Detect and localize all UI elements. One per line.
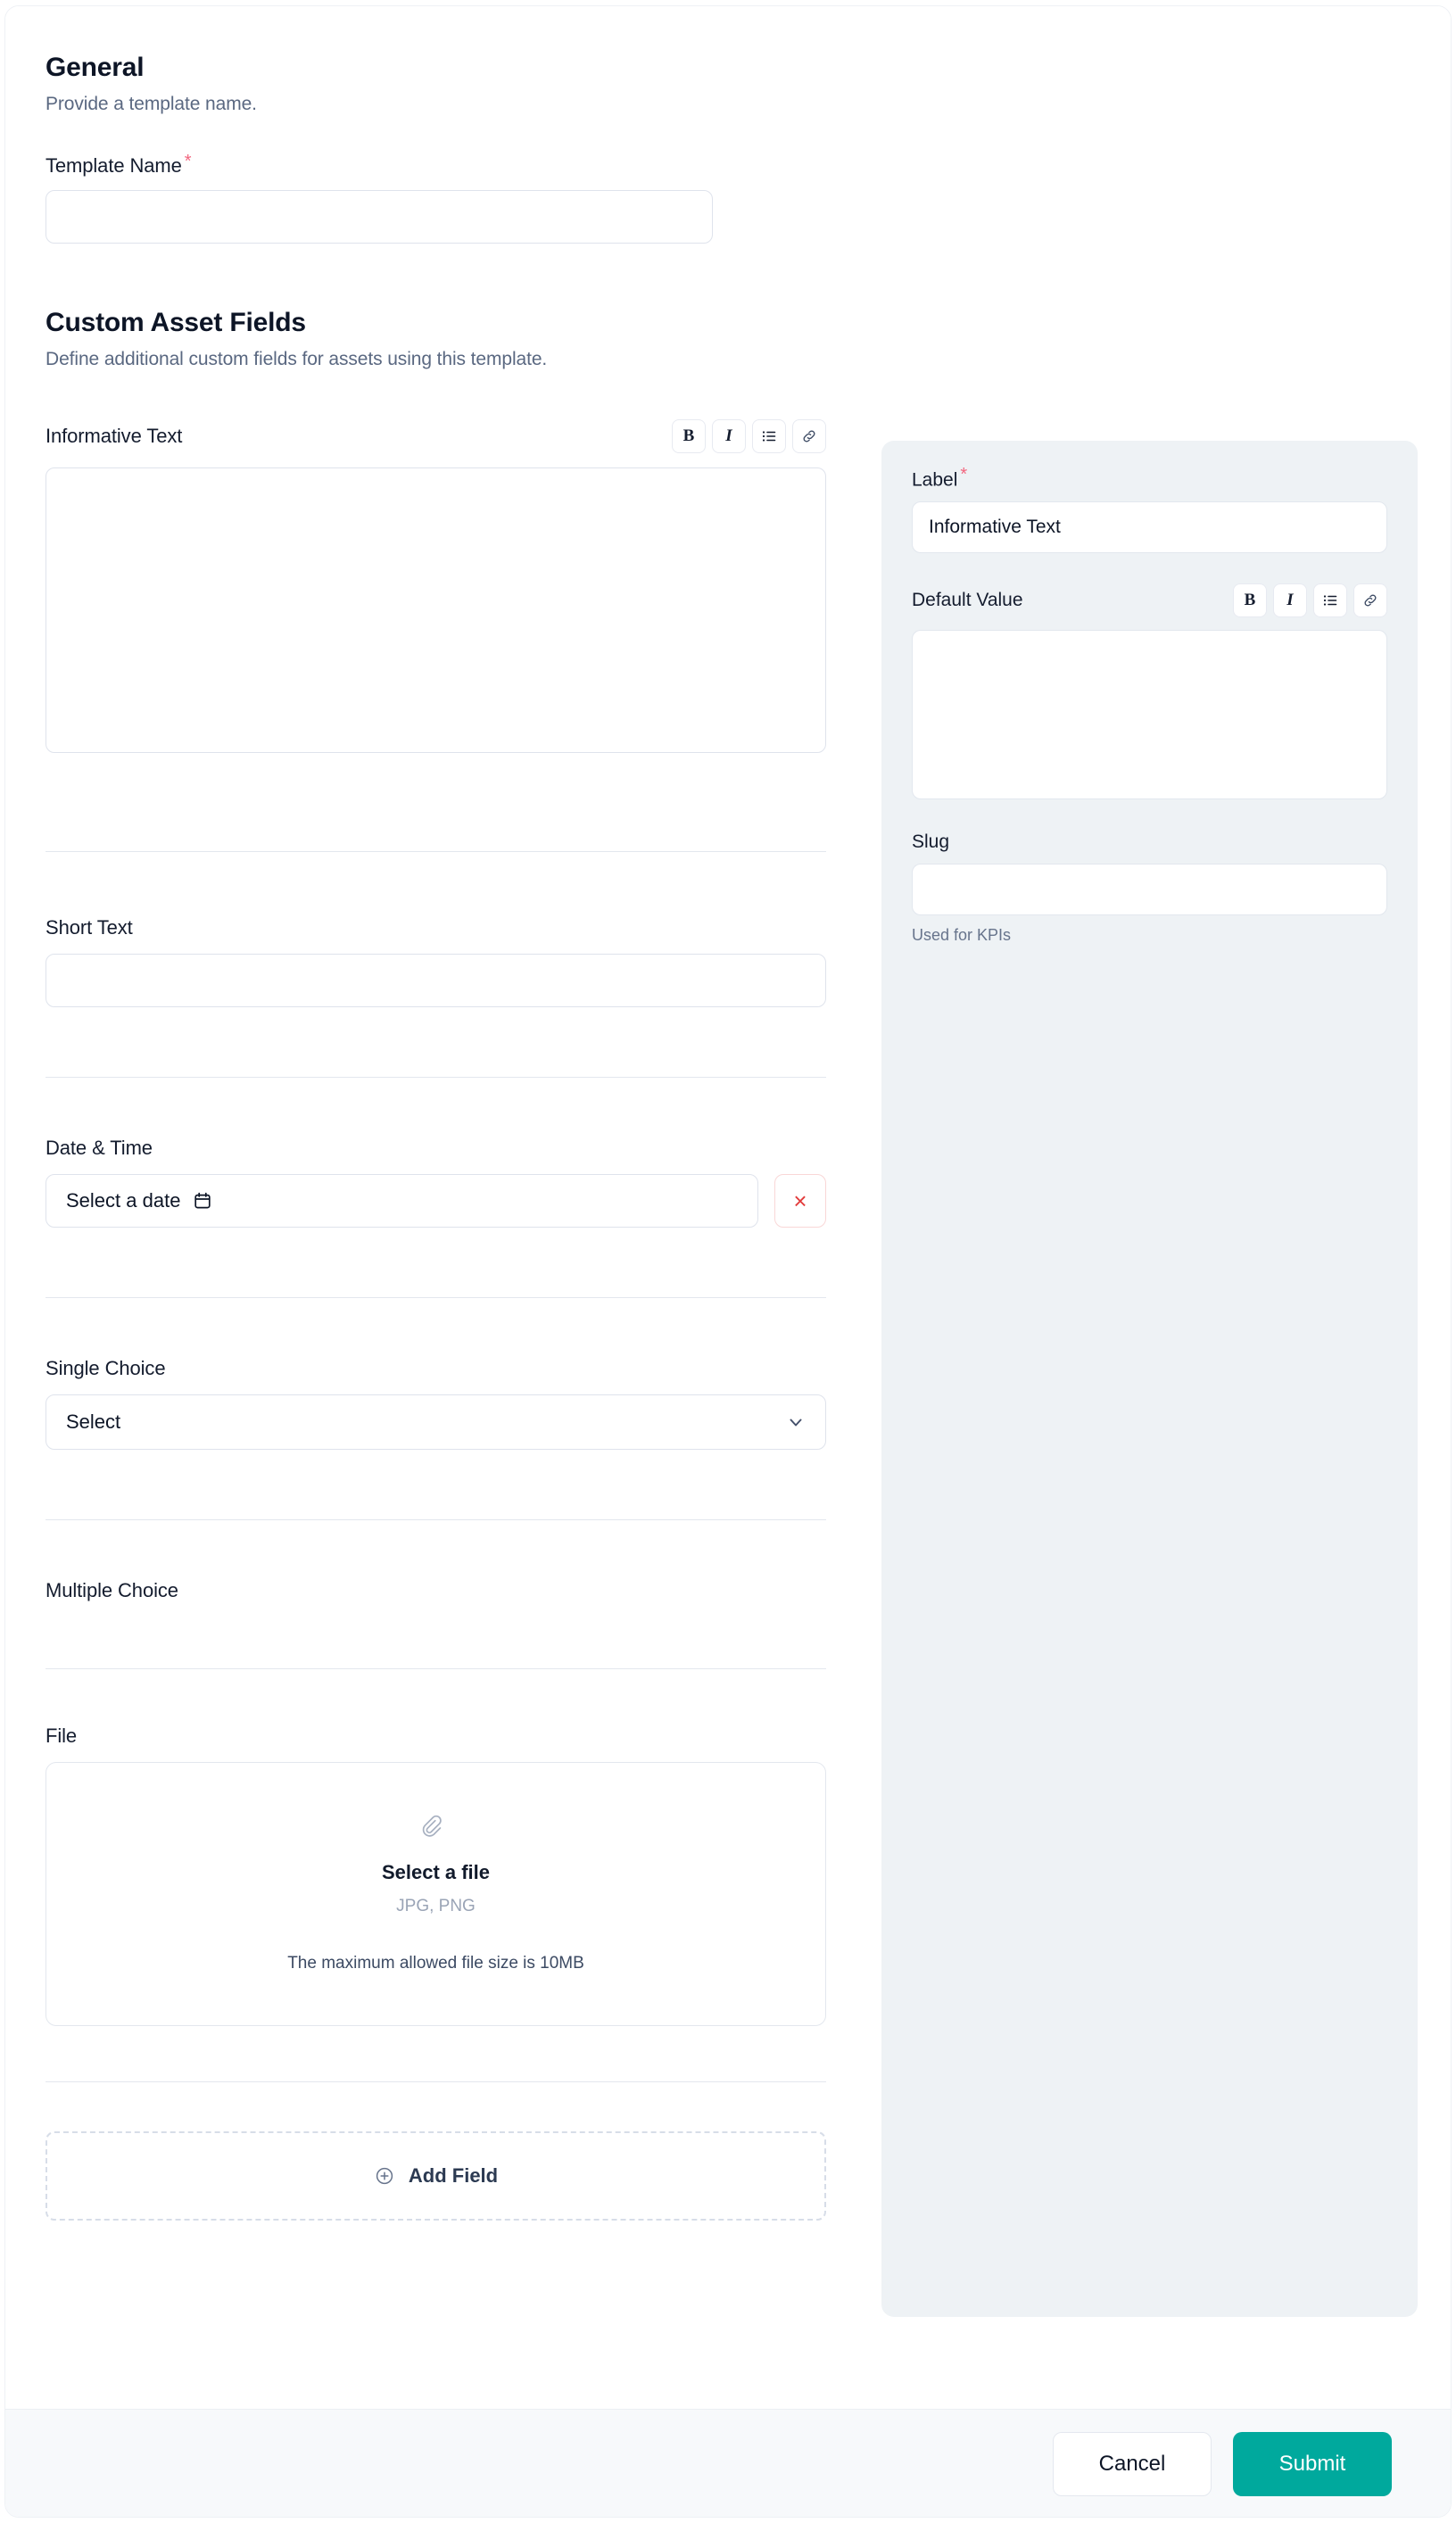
field-divider-2 <box>46 1077 826 1079</box>
italic-icon[interactable]: I <box>712 419 746 454</box>
template-name-label-row: Template Name * <box>46 153 866 178</box>
field-divider-6 <box>46 2081 826 2083</box>
date-picker-button[interactable]: Select a date <box>46 1174 758 1228</box>
chevron-down-icon <box>786 1412 806 1432</box>
inspector-label-input[interactable] <box>912 501 1387 554</box>
custom-fields-subtitle: Define additional custom fields for asse… <box>46 349 548 370</box>
field-file: File Select a file JPG, PNG The maximum … <box>46 1725 866 2027</box>
file-dropzone[interactable]: Select a file JPG, PNG The maximum allow… <box>46 1762 826 2027</box>
form-scroll-body: General Provide a template name. Templat… <box>5 6 1451 2409</box>
date-time-label: Date & Time <box>46 1137 153 1160</box>
custom-fields-title: Custom Asset Fields <box>46 308 306 338</box>
clear-date-button[interactable]: × <box>774 1174 826 1228</box>
field-divider-4 <box>46 1519 826 1521</box>
short-text-input[interactable] <box>46 954 826 1008</box>
template-name-group: Template Name * <box>46 153 866 244</box>
custom-asset-fields-section: Custom Asset Fields Define additional cu… <box>46 308 866 370</box>
cancel-button[interactable]: Cancel <box>1053 2432 1212 2496</box>
slug-help-text: Used for KPIs <box>912 926 1012 945</box>
inspector-label-label: Label <box>912 469 958 491</box>
default-value-rich-text-toolbar: B I <box>1233 583 1387 618</box>
inspector-default-value-group: Default Value B I <box>912 583 1387 800</box>
add-field-button[interactable]: Add Field <box>46 2131 826 2221</box>
general-subtitle: Provide a template name. <box>46 94 257 114</box>
template-form-card: General Provide a template name. Templat… <box>4 5 1452 2518</box>
bullet-list-icon[interactable] <box>752 419 786 454</box>
link-icon[interactable] <box>1353 583 1387 618</box>
informative-text-label-row: Informative Text B I <box>46 419 826 454</box>
file-label: File <box>46 1725 78 1748</box>
italic-icon[interactable]: I <box>1273 583 1307 618</box>
template-name-label: Template Name <box>46 154 182 178</box>
field-multiple-choice: Multiple Choice <box>46 1579 866 1602</box>
field-divider-1 <box>46 851 826 853</box>
general-section: General Provide a template name. Templat… <box>46 53 866 244</box>
field-date-time: Date & Time Select a date × <box>46 1137 866 1228</box>
single-choice-value: Select <box>66 1410 121 1434</box>
paperclip-icon <box>421 1815 451 1845</box>
field-informative-text: Informative Text B I <box>46 419 866 754</box>
multiple-choice-label: Multiple Choice <box>46 1579 178 1602</box>
form-left-column: General Provide a template name. Templat… <box>46 6 866 2221</box>
link-icon[interactable] <box>792 419 826 454</box>
slug-input[interactable] <box>912 864 1387 916</box>
bold-icon[interactable]: B <box>672 419 706 454</box>
add-field-label: Add Field <box>408 2164 499 2188</box>
bold-icon[interactable]: B <box>1233 583 1267 618</box>
single-choice-select[interactable]: Select <box>46 1394 826 1451</box>
inspector-label-group: Label * <box>912 465 1387 554</box>
bullet-list-icon[interactable] <box>1313 583 1347 618</box>
required-asterisk: * <box>184 152 192 171</box>
file-dropzone-types: JPG, PNG <box>396 1897 476 1916</box>
file-dropzone-title: Select a file <box>381 1861 491 1884</box>
plus-circle-icon <box>374 2165 395 2187</box>
template-name-input[interactable] <box>46 190 713 244</box>
calendar-icon <box>193 1191 212 1211</box>
field-single-choice: Single Choice Select <box>46 1357 866 1451</box>
inspector-label-required: * <box>960 465 968 484</box>
date-time-row: Select a date × <box>46 1174 826 1228</box>
field-inspector-panel: Label* Default Value B I <box>881 441 1418 2317</box>
field-divider-5 <box>46 1668 826 1670</box>
file-dropzone-max-size: The maximum allowed file size is 10MB <box>287 1954 584 1973</box>
informative-text-editor[interactable] <box>46 467 826 754</box>
rich-text-toolbar: B I <box>672 419 826 454</box>
general-title: General <box>46 53 145 82</box>
submit-button[interactable]: Submit <box>1233 2432 1392 2496</box>
short-text-label: Short Text <box>46 916 133 939</box>
single-choice-label: Single Choice <box>46 1357 166 1380</box>
inspector-slug-group: Slug Used for KPIs <box>912 831 1387 945</box>
field-short-text: Short Text <box>46 916 866 1008</box>
field-divider-3 <box>46 1297 826 1299</box>
date-picker-placeholder: Select a date <box>66 1189 181 1212</box>
default-value-label: Default Value <box>912 590 1023 611</box>
slug-label: Slug <box>912 831 950 853</box>
form-footer: Cancel Submit <box>5 2409 1451 2517</box>
default-value-editor[interactable] <box>912 630 1387 800</box>
default-value-label-row: Default Value B I <box>912 583 1387 618</box>
informative-text-label: Informative Text <box>46 425 183 448</box>
